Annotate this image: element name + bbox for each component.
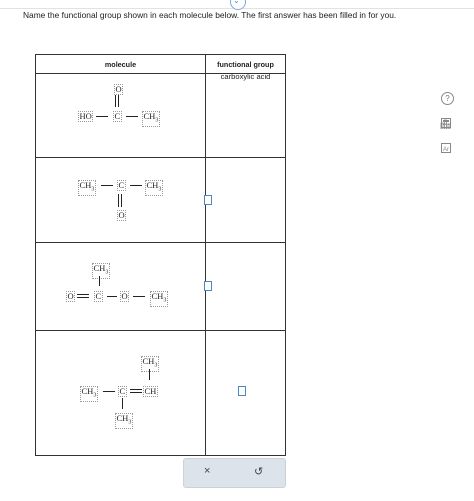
- methyl-label: CH: [142, 356, 155, 366]
- methyl-subscript: 3: [163, 297, 167, 304]
- oxygen-atom-mid: O: [120, 291, 130, 302]
- double-bond: [115, 95, 119, 107]
- instructions-text: Name the functional group shown in each …: [23, 10, 397, 20]
- single-bond: [103, 391, 115, 393]
- methyl-subscript: 3: [128, 419, 132, 426]
- methyl-subscript: 3: [154, 362, 158, 369]
- ho-group: HO: [78, 111, 94, 122]
- carbon-atom: C: [118, 386, 127, 397]
- single-bond: [122, 398, 124, 409]
- periodic-table-icon[interactable]: Ar: [441, 143, 451, 153]
- single-bond: [107, 296, 117, 298]
- methyl-label: CH: [93, 263, 106, 273]
- answer-text: carboxylic acid: [220, 72, 271, 81]
- carbon-atom: C: [113, 111, 122, 122]
- methyl-label: CH: [151, 291, 164, 301]
- table-row: CH3 CH3 C CH CH3: [35, 330, 286, 456]
- header-functional-group: functional group: [205, 54, 286, 74]
- question-table: molecule functional group O HO C CH3 car…: [35, 54, 286, 456]
- methyl-subscript: 3: [155, 117, 159, 124]
- single-bond: [149, 369, 151, 380]
- methyl-label: CH: [143, 111, 156, 121]
- oxygen-atom: O: [114, 84, 124, 95]
- methyl-group-top: CH3: [92, 263, 110, 279]
- svg-text:Ar: Ar: [443, 147, 449, 152]
- methyl-label: CH: [146, 180, 159, 190]
- carbon-atom: C: [117, 180, 126, 191]
- methyl-group: CH3: [142, 111, 160, 127]
- single-bond: [96, 116, 108, 118]
- table-row: CH3 C CH3 O: [35, 157, 286, 243]
- methyl-group-left: CH3: [78, 180, 96, 196]
- action-bar: × ↺: [183, 458, 286, 488]
- molecule-1: O HO C CH3: [35, 73, 206, 158]
- single-bond: [133, 296, 145, 298]
- methyl-subscript: 3: [93, 392, 97, 399]
- single-bond: [101, 185, 113, 187]
- oxygen-atom-left: O: [66, 291, 76, 302]
- answer-cell-2: [204, 157, 286, 243]
- methyl-group-bottom: CH3: [115, 413, 133, 429]
- oxygen-atom: O: [117, 210, 127, 221]
- methyl-subscript: 3: [91, 186, 95, 193]
- single-bond: [126, 116, 138, 118]
- ch-group: CH: [143, 386, 158, 397]
- double-bond: [130, 389, 142, 393]
- answer-cell-4: [205, 330, 286, 456]
- answer-input-4[interactable]: [238, 386, 246, 396]
- double-bond: [118, 194, 122, 207]
- table-row: O HO C CH3 carboxylic acid: [35, 72, 286, 158]
- table-row: CH3 O C O CH3: [35, 242, 286, 331]
- single-bond: [99, 276, 101, 286]
- help-icon[interactable]: ?: [441, 92, 454, 105]
- methyl-label: CH: [79, 180, 92, 190]
- molecule-3: CH3 O C O CH3: [35, 242, 206, 331]
- clear-button[interactable]: ×: [204, 465, 210, 477]
- methyl-group-right: CH3: [145, 180, 163, 196]
- answer-input-2[interactable]: [204, 195, 212, 205]
- methyl-label: CH: [81, 386, 94, 396]
- methyl-subscript: 3: [105, 269, 109, 276]
- undo-button[interactable]: ↺: [254, 465, 263, 478]
- methyl-label: CH: [116, 413, 129, 423]
- methyl-group-right: CH3: [150, 291, 168, 307]
- single-bond: [130, 185, 142, 187]
- methyl-group-left: CH3: [80, 386, 98, 402]
- answer-cell-3: [204, 242, 286, 331]
- carbon-atom: C: [94, 291, 103, 302]
- molecule-4: CH3 CH3 C CH CH3: [35, 330, 206, 456]
- molecule-2: CH3 C CH3 O: [35, 157, 206, 243]
- double-bond: [77, 294, 89, 298]
- answer-input-3[interactable]: [204, 281, 212, 291]
- bar-chart-icon[interactable]: [440, 119, 453, 131]
- methyl-subscript: 3: [158, 186, 162, 193]
- header-molecule: molecule: [35, 54, 206, 74]
- answer-cell-1: carboxylic acid: [205, 72, 286, 158]
